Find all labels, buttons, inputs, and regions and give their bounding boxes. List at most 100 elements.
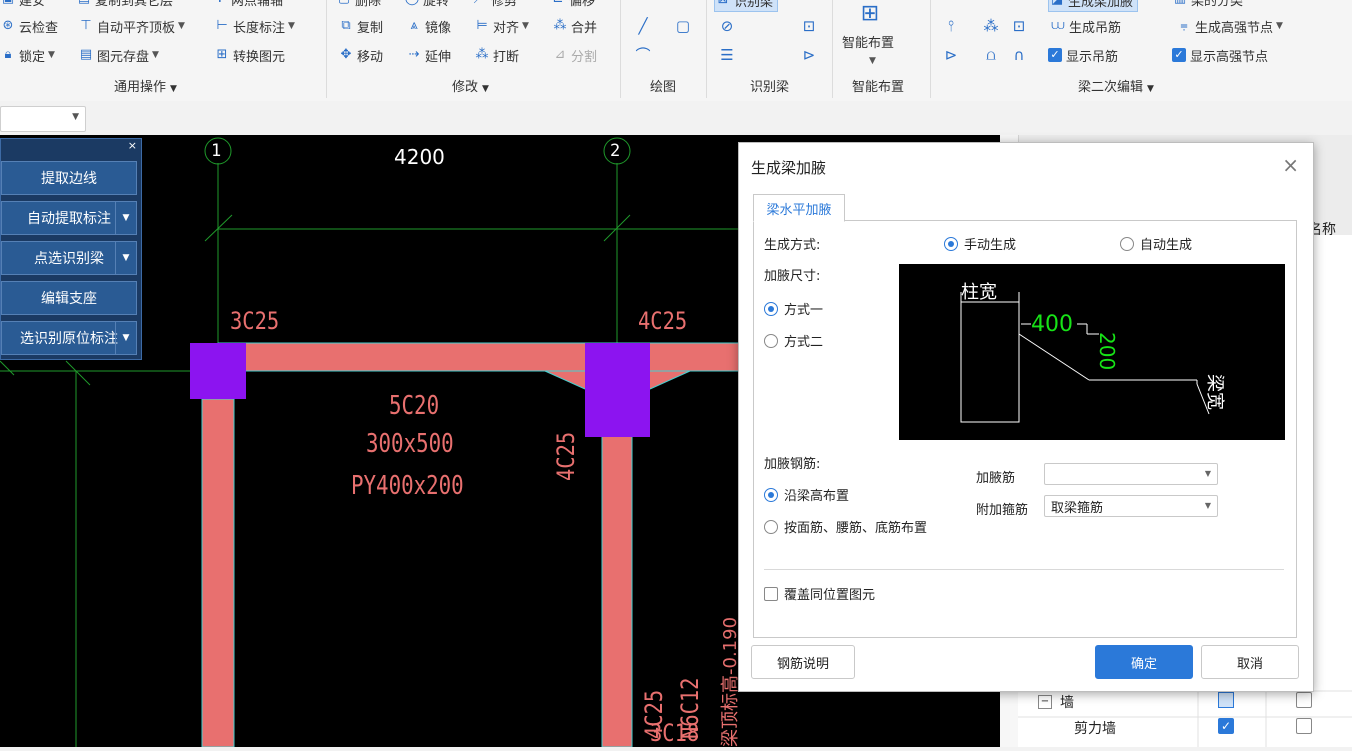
haunch-rebar-select[interactable]: ▼	[1044, 463, 1218, 485]
chevron-down-icon: ▼	[869, 56, 876, 66]
rect-tool-icon[interactable]: ▢	[672, 15, 694, 37]
ok-button[interactable]: 确定	[1095, 645, 1193, 679]
wall-group-checkbox-2[interactable]	[1296, 692, 1312, 708]
smart-layout-button[interactable]: 智能布置	[842, 30, 894, 52]
shear-wall-checkbox[interactable]: ✓	[1218, 718, 1234, 734]
beam-edit-icon-6[interactable]: ∩	[1008, 44, 1030, 66]
show-strong-node-checkbox[interactable]: ✓ 显示高强节点	[1172, 44, 1268, 66]
recognize-tool-icon[interactable]: ⊘	[716, 15, 738, 37]
ribbon-btn-split[interactable]: ⊿ 分割	[552, 44, 597, 66]
haunch-diagram: 柱宽 400 200 梁宽	[899, 264, 1285, 440]
diagram-drawing	[960, 292, 1210, 423]
delete-icon: ▢	[336, 0, 352, 7]
edit-support-button[interactable]: 编辑支座	[1, 281, 137, 315]
ribbon-btn-mirror[interactable]: ⩓ 镜像	[406, 15, 451, 37]
gen-mode-label: 生成方式:	[764, 238, 821, 253]
ribbon-btn-break[interactable]: ⁂ 打断	[474, 44, 520, 66]
extra-stirrup-select[interactable]: 取梁箍筋 ▼	[1044, 495, 1218, 517]
ribbon-btn-rotate[interactable]: ◯旋转	[404, 0, 449, 10]
ribbon-btn-convert-elements[interactable]: ⊞ 转换图元	[214, 44, 285, 66]
smart-layout-dropdown[interactable]: ▼	[866, 50, 876, 72]
ribbon-btn-extend[interactable]: ⇢ 延伸	[406, 44, 451, 66]
wall-group-checkbox[interactable]	[1218, 692, 1234, 708]
column-2[interactable]	[585, 343, 650, 437]
group-label-modify[interactable]: 修改 ▼	[452, 76, 489, 95]
check-beam-icon[interactable]: ⊡	[798, 15, 820, 37]
along-height-radio[interactable]: 沿梁高布置	[764, 485, 849, 504]
cancel-button[interactable]: 取消	[1201, 645, 1299, 679]
beam-vertical-2[interactable]	[601, 434, 633, 747]
group-label-recognize: 识别梁	[750, 80, 790, 95]
diagram-dim-400: 400	[1031, 312, 1073, 337]
show-hanger-checkbox[interactable]: ✓ 显示吊筋	[1048, 44, 1118, 66]
smart-layout-icon[interactable]: ⊞	[850, 0, 890, 30]
beam-edit-icon-5[interactable]: ⩍	[980, 44, 1002, 66]
ribbon-btn-length-mark[interactable]: ⊢ 长度标注 ▼	[214, 15, 295, 37]
ribbon-btn-recognize-beam[interactable]: ⊠识别梁	[714, 0, 779, 12]
auto-extract-mark-button[interactable]: 自动提取标注 ▼	[1, 201, 137, 235]
mode2-radio[interactable]: 方式二	[764, 331, 823, 350]
arc-tool-icon[interactable]: ⌒	[632, 44, 654, 66]
ribbon-btn-copy[interactable]: ⧉ 复制	[338, 15, 383, 37]
ribbon-btn-align[interactable]: ⊨ 对齐 ▼	[474, 15, 529, 37]
chevron-down-icon: ▼	[482, 84, 489, 94]
ribbon-btn-lock[interactable]: 🔒︎ 锁定 ▼	[0, 44, 55, 66]
ribbon-btn-aux-axis[interactable]: ✛两点辅轴	[212, 0, 283, 10]
shear-wall-checkbox-2[interactable]	[1296, 718, 1312, 734]
ribbon-btn-gen-hanger[interactable]: ⩊ 生成吊筋	[1050, 15, 1121, 37]
line-tool-icon[interactable]: ╱	[632, 15, 654, 37]
overwrite-checkbox[interactable]: 覆盖同位置图元	[764, 584, 875, 603]
ribbon-btn-auto-align-top[interactable]: ⊤ 自动平齐顶板 ▼	[78, 15, 185, 37]
group-label-common[interactable]: 通用操作 ▼	[114, 76, 177, 95]
chevron-down-icon[interactable]: ▼	[115, 202, 136, 234]
manual-radio[interactable]: 手动生成	[944, 234, 1016, 253]
axis-tick	[0, 360, 15, 376]
tab-horizontal-haunch[interactable]: 梁水平加腋	[753, 194, 845, 222]
column-1[interactable]	[190, 343, 246, 399]
extract-edge-button[interactable]: 提取边线	[1, 161, 137, 195]
radio-empty-icon	[764, 333, 778, 348]
column-label-2: 4C25	[638, 307, 688, 335]
rotate-icon: ◯	[404, 0, 420, 7]
beam-edit-icon-3[interactable]: ⊡	[1008, 15, 1030, 37]
ribbon-btn-move[interactable]: ✥ 移动	[338, 44, 383, 66]
close-icon[interactable]: ×	[128, 139, 137, 152]
axis-tick	[65, 360, 91, 386]
ribbon-btn-gen-strong-node[interactable]: ⩦ 生成高强节点 ▼	[1176, 15, 1283, 37]
axis-icon: ✛	[212, 0, 228, 7]
ribbon-btn-beam-class[interactable]: ▥梁的分类	[1172, 0, 1243, 10]
break-icon: ⁂	[475, 47, 489, 62]
merge-icon: ⁂	[553, 18, 567, 33]
auto-radio[interactable]: 自动生成	[1120, 234, 1192, 253]
ribbon-btn-save-elements[interactable]: ▤ 图元存盘 ▼	[78, 44, 159, 66]
beam-horizontal[interactable]	[217, 342, 741, 372]
recognize-list-icon[interactable]: ☰	[716, 44, 738, 66]
group-label-beam-edit[interactable]: 梁二次编辑 ▼	[1078, 76, 1154, 95]
close-icon[interactable]: ×	[1282, 153, 1299, 177]
chevron-down-icon[interactable]: ▼	[115, 242, 136, 274]
mode1-radio[interactable]: 方式一	[764, 299, 823, 318]
ribbon-btn-delete[interactable]: ▢删除	[336, 0, 381, 10]
beam-edit-icon-1[interactable]: ⫯	[940, 15, 962, 37]
rebar-note-button[interactable]: 钢筋说明	[751, 645, 855, 679]
point-recognize-beam-button[interactable]: 点选识别梁 ▼	[1, 241, 137, 275]
ribbon-btn-gen-haunch[interactable]: ◪生成梁加腋	[1048, 0, 1139, 12]
beam-mark-icon[interactable]: ⊳	[798, 44, 820, 66]
beam-haunch-label: PY400x200	[351, 471, 464, 501]
mirror-icon: ⩓	[410, 18, 418, 33]
collapse-icon[interactable]: −	[1038, 695, 1052, 709]
beam-edit-icon-4[interactable]: ⊳	[940, 44, 962, 66]
ribbon-btn-cloud-check[interactable]: ⊛ 云检查	[0, 15, 58, 37]
diagram-beam-width: 梁宽	[1204, 374, 1225, 410]
ribbon-btn-offset[interactable]: ⊏偏移	[550, 0, 595, 10]
chevron-down-icon[interactable]: ▼	[115, 322, 136, 354]
beam-edit-icon-2[interactable]: ⁂	[980, 15, 1002, 37]
by-face-radio[interactable]: 按面筋、腰筋、底筋布置	[764, 517, 927, 536]
ribbon-btn-merge[interactable]: ⁂ 合并	[552, 15, 598, 37]
recognize-inplace-mark-button[interactable]: 选识别原位标注 ▼	[1, 321, 137, 355]
ribbon-btn-copy-to-layer[interactable]: ▤复制到其它层	[76, 0, 173, 10]
beam-vertical-1[interactable]	[201, 398, 235, 747]
layer-combo[interactable]: ▼	[0, 106, 86, 132]
ribbon-btn-build[interactable]: ▣建安	[0, 0, 45, 10]
ribbon-btn-trim[interactable]: ／修剪	[472, 0, 517, 10]
